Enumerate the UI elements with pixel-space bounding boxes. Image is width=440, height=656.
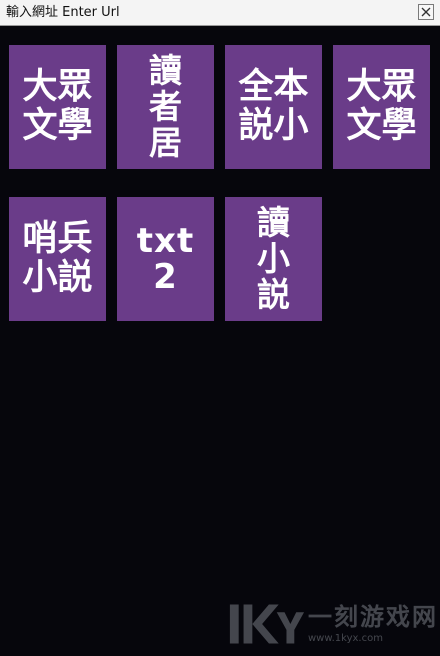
close-icon — [421, 7, 431, 17]
shortcut-tile-quanben-xiaoshuo[interactable]: 全本 説小 — [225, 45, 322, 169]
tile-label-line: 讀 — [149, 51, 182, 90]
tile-label-line: 居 — [149, 123, 182, 162]
shortcut-tile-dazhong-wenxue-1[interactable]: 大眾 文學 — [9, 45, 106, 169]
url-input[interactable] — [2, 2, 418, 22]
watermark-site-name: 一刻游戏网 — [308, 603, 438, 631]
tile-label-line: 讀 — [257, 203, 290, 242]
shortcut-tile-dazhong-wenxue-2[interactable]: 大眾 文學 — [333, 45, 430, 169]
shortcut-tile-du-xiaoshuo[interactable]: 讀 小 説 — [225, 197, 322, 321]
tile-label-line: 小説 — [22, 258, 93, 298]
tile-label-line: 全本 — [238, 67, 309, 107]
tile-label-line: 文學 — [346, 106, 417, 146]
tile-label-line: 大眾 — [22, 67, 93, 107]
shortcut-tile-shaobing-xiaoshuo[interactable]: 哨兵 小説 — [9, 197, 106, 321]
watermark-text: 一刻游戏网 www.1kyx.com — [308, 602, 438, 646]
tile-label-line: 者 — [149, 87, 182, 126]
close-button[interactable] — [418, 4, 434, 20]
tile-label-line: txt — [136, 221, 195, 261]
tile-label-line: 大眾 — [346, 67, 417, 107]
tile-label-line: 説小 — [238, 106, 309, 146]
tile-label-line: 哨兵 — [22, 219, 93, 259]
shortcut-tile-duzheju[interactable]: 讀 者 居 — [117, 45, 214, 169]
browser-window: 大眾 文學 讀 者 居 全本 説小 大眾 文學 哨兵 小説 txt 2 讀 小 … — [0, 0, 440, 656]
shortcut-grid: 大眾 文學 讀 者 居 全本 説小 大眾 文學 哨兵 小説 txt 2 讀 小 … — [9, 45, 433, 321]
tile-label-line: 小 — [257, 239, 290, 278]
tile-label-line: 2 — [153, 257, 178, 297]
tile-label-line: 文學 — [22, 106, 93, 146]
watermark-site-url: www.1kyx.com — [308, 633, 383, 644]
site-watermark: 一刻游戏网 www.1kyx.com — [226, 598, 438, 650]
url-bar — [0, 0, 440, 26]
tile-label-line: 説 — [257, 275, 290, 314]
shortcut-tile-txt2[interactable]: txt 2 — [117, 197, 214, 321]
watermark-logo-icon — [229, 604, 305, 644]
